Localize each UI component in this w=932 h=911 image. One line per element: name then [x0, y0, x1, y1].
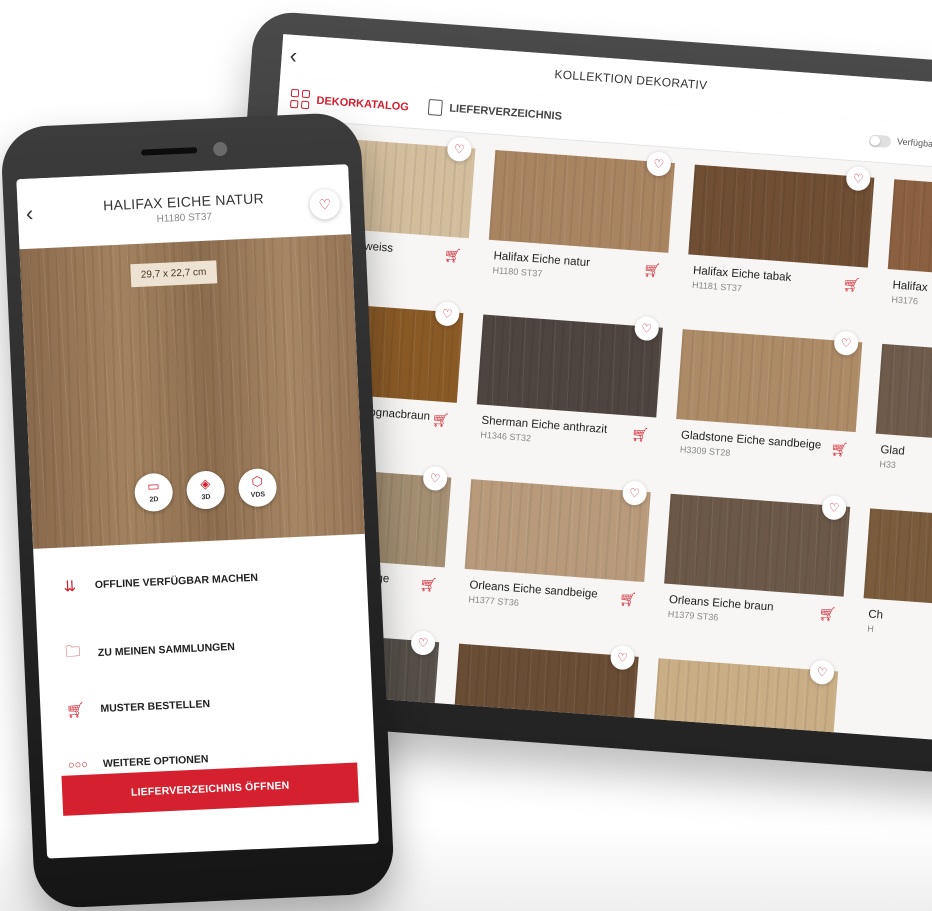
- offline-download-icon: ⇊: [63, 578, 77, 596]
- order-sample-button[interactable]: 🛒︎ MUSTER BESTELLEN: [62, 695, 211, 720]
- phone-camera: [212, 141, 228, 157]
- view-3d-label: 3D: [201, 493, 211, 502]
- more-dots-icon: ○○○: [67, 758, 89, 772]
- tab-lieferverzeichnis-label: LIEFERVERZEICHNIS: [448, 102, 563, 123]
- decor-code: H3176: [891, 294, 919, 307]
- decor-preview-image: 29,7 x 22,7 cm ▭ 2D ◈ 3D ⬡ VDS: [19, 234, 365, 549]
- decor-tile[interactable]: ♡: [452, 643, 639, 750]
- cart-icon[interactable]: 🛒︎: [818, 605, 837, 623]
- decor-swatch: [863, 508, 932, 612]
- order-sample-label: MUSTER BESTELLEN: [100, 698, 211, 716]
- square-icon: ▭: [146, 478, 160, 494]
- phone-screen: ‹ HALIFAX EICHE NATUR H1180 ST37 ♡ 29,7 …: [16, 164, 379, 859]
- cart-icon[interactable]: 🛒︎: [631, 426, 650, 444]
- view-vds-button[interactable]: ⬡ VDS: [237, 467, 278, 508]
- decor-tile[interactable]: ♡🛒︎GladH33: [873, 343, 932, 482]
- cart-icon[interactable]: 🛒︎: [842, 276, 861, 294]
- cart-icon[interactable]: 🛒︎: [443, 247, 462, 265]
- phone-speaker: [141, 147, 198, 156]
- cart-icon[interactable]: 🛒︎: [419, 576, 438, 594]
- decor-tile[interactable]: ♡🛒︎HalifaxH3176: [885, 179, 932, 317]
- decor-code: H33: [879, 458, 897, 471]
- decor-tile[interactable]: ♡ 🛒︎ Halifax Eiche tabak H1181 ST37: [686, 164, 875, 303]
- cart-icon[interactable]: 🛒︎: [431, 411, 450, 429]
- decor-swatch: [887, 179, 932, 283]
- decor-code: [452, 743, 632, 750]
- phone-device: ‹ HALIFAX EICHE NATUR H1180 ST37 ♡ 29,7 …: [0, 111, 396, 910]
- cart-icon: 🛒︎: [65, 701, 86, 720]
- tab-dekorkatalog[interactable]: DEKORKATALOG: [289, 88, 410, 117]
- decor-tile[interactable]: ♡ 🛒︎ Gladstone Eiche sandbeige H3309 ST28: [674, 329, 863, 467]
- dimension-label: 29,7 x 22,7 cm: [130, 260, 217, 288]
- availability-toggle[interactable]: [868, 134, 892, 148]
- folder-add-icon: 🗀: [64, 642, 81, 661]
- layers-icon: ◈: [200, 475, 211, 492]
- add-to-collection-label: ZU MEINEN SAMMLUNGEN: [97, 640, 236, 659]
- view-2d-label: 2D: [149, 496, 159, 504]
- open-delivery-directory-button[interactable]: LIEFERVERZEICHNIS ÖFFNEN: [61, 762, 359, 816]
- cart-icon[interactable]: 🛒︎: [830, 440, 849, 458]
- cart-icon[interactable]: 🛒︎: [618, 590, 638, 608]
- view-vds-label: VDS: [250, 491, 266, 500]
- decor-tile[interactable]: ♡ 🛒︎ Halifax Eiche natur H1180 ST37: [486, 149, 675, 288]
- tab-dekorkatalog-label: DEKORKATALOG: [316, 94, 410, 114]
- offline-available-button[interactable]: ⇊ OFFLINE VERFÜGBAR MACHEN: [56, 569, 258, 596]
- view-2d-button[interactable]: ▭ 2D: [133, 472, 174, 513]
- decor-tile[interactable]: ♡ 🛒︎ Orleans Eiche braun H1379 ST36: [662, 493, 851, 632]
- tab-lieferverzeichnis[interactable]: LIEFERVERZEICHNIS: [427, 98, 563, 125]
- decor-tile[interactable]: ♡ 🛒︎ Orleans Eiche sandbeige H1377 ST36: [462, 479, 651, 617]
- view-3d-button[interactable]: ◈ 3D: [185, 470, 226, 510]
- cart-icon[interactable]: 🛒︎: [643, 261, 662, 279]
- more-options-label: WEITERE OPTIONEN: [102, 753, 209, 770]
- add-to-collection-button[interactable]: 🗀 ZU MEINEN SAMMLUNGEN: [59, 634, 235, 667]
- decor-code: H: [866, 623, 875, 634]
- grid-icon: [289, 88, 311, 110]
- decor-swatch: [875, 343, 932, 447]
- decor-tile[interactable]: ♡🛒︎ChH: [861, 508, 932, 646]
- decor-name: [452, 743, 632, 750]
- more-options-button[interactable]: ○○○ WEITERE OPTIONEN: [65, 753, 209, 772]
- book-icon: [427, 98, 443, 116]
- decor-tile[interactable]: ♡: [651, 658, 839, 750]
- decor-tile[interactable]: ♡ 🛒︎ Sherman Eiche anthrazit H1346 ST32: [474, 314, 663, 453]
- cube-icon: ⬡: [251, 473, 264, 489]
- availability-toggle-label: Verfügbar: [896, 136, 932, 150]
- offline-available-label: OFFLINE VERFÜGBAR MACHEN: [94, 571, 259, 592]
